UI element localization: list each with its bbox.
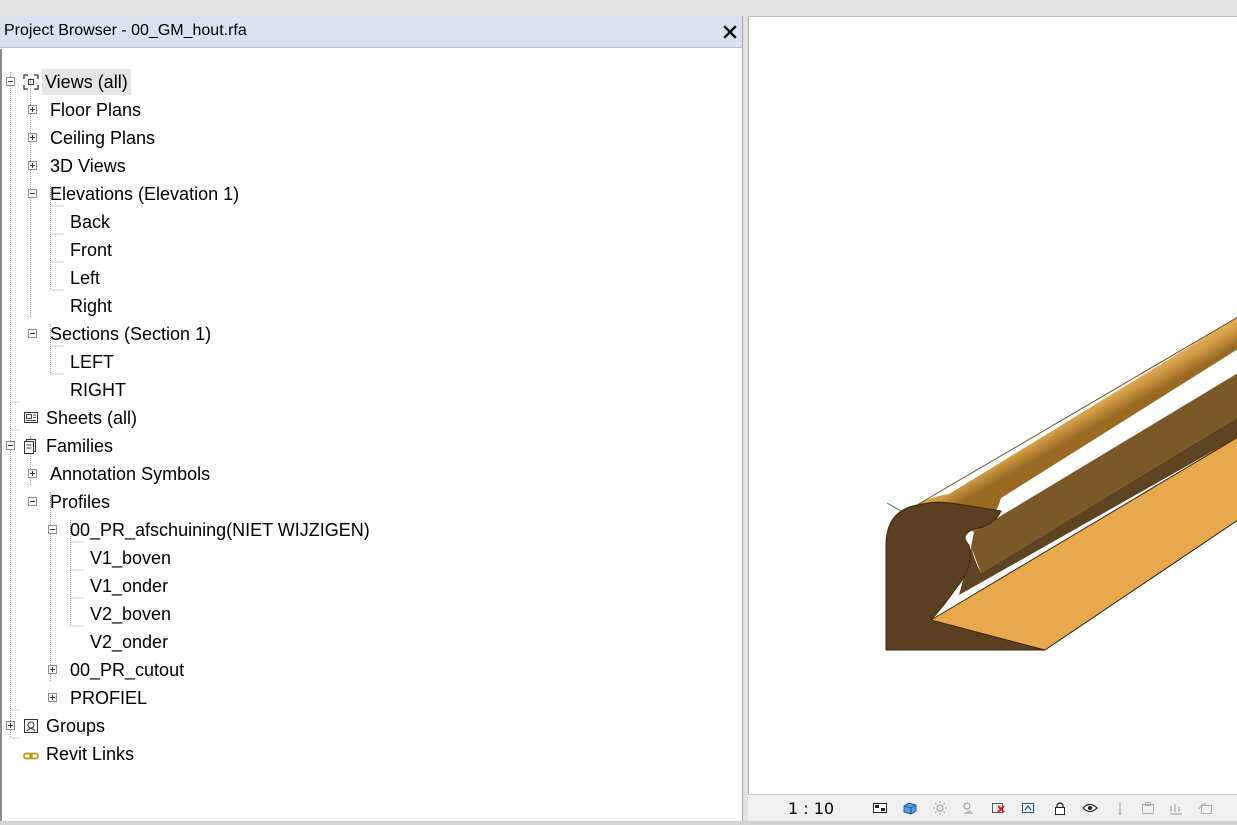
tree-node-section-left[interactable]: LEFT bbox=[67, 349, 117, 375]
tree-node-families[interactable]: Families bbox=[43, 433, 116, 459]
3d-view-canvas[interactable] bbox=[748, 16, 1237, 822]
temporary-hide-icon[interactable] bbox=[1082, 800, 1098, 816]
sun-path-icon[interactable] bbox=[932, 800, 948, 816]
project-browser-panel: Project Browser - 00_GM_hout.rfa Views (… bbox=[0, 16, 743, 822]
tree-node-ceiling-plans[interactable]: Ceiling Plans bbox=[47, 125, 158, 151]
top-strip bbox=[0, 0, 1237, 16]
groups-icon bbox=[24, 719, 38, 733]
tree-node-section-right[interactable]: RIGHT bbox=[67, 377, 129, 403]
families-collapse-toggle[interactable] bbox=[6, 441, 15, 450]
groups-expand-toggle[interactable] bbox=[6, 721, 15, 730]
pr-cutout-expand-toggle[interactable] bbox=[48, 665, 57, 674]
reveal-hidden-icon[interactable] bbox=[1112, 800, 1128, 816]
annotation-symbols-expand-toggle[interactable] bbox=[28, 469, 37, 478]
3d-views-expand-toggle[interactable] bbox=[28, 161, 37, 170]
tree-node-annotation-symbols[interactable]: Annotation Symbols bbox=[47, 461, 213, 487]
detail-level-icon[interactable] bbox=[872, 800, 888, 816]
ceiling-plans-expand-toggle[interactable] bbox=[28, 133, 37, 142]
tree-node-sections[interactable]: Sections (Section 1) bbox=[47, 321, 214, 347]
temporary-view-properties-icon[interactable] bbox=[1140, 800, 1156, 816]
tree-node-floor-plans[interactable]: Floor Plans bbox=[47, 97, 144, 123]
tree-node-profiel[interactable]: PROFIEL bbox=[67, 685, 150, 711]
shadows-icon[interactable] bbox=[960, 800, 976, 816]
show-crop-region-icon[interactable] bbox=[1020, 800, 1036, 816]
profiel-expand-toggle[interactable] bbox=[48, 693, 57, 702]
pr-afschuining-collapse-toggle[interactable] bbox=[48, 525, 57, 534]
tree-node-elevation-right[interactable]: Right bbox=[67, 293, 115, 319]
tree-node-groups[interactable]: Groups bbox=[43, 713, 108, 739]
tree-node-v2-onder[interactable]: V2_onder bbox=[87, 629, 171, 655]
tree-node-elevation-back[interactable]: Back bbox=[67, 209, 113, 235]
tree-node-v2-boven[interactable]: V2_boven bbox=[87, 601, 174, 627]
bottom-strip bbox=[0, 821, 1237, 825]
link-icon bbox=[23, 752, 39, 760]
tree-node-elevation-front[interactable]: Front bbox=[67, 237, 115, 263]
visual-style-icon[interactable] bbox=[902, 800, 918, 816]
sheets-icon bbox=[24, 412, 38, 423]
elevations-collapse-toggle[interactable] bbox=[28, 189, 37, 198]
tree-node-v1-onder[interactable]: V1_onder bbox=[87, 573, 171, 599]
views-all-collapse-toggle[interactable] bbox=[6, 77, 15, 86]
tree-node-3d-views[interactable]: 3D Views bbox=[47, 153, 129, 179]
profiles-collapse-toggle[interactable] bbox=[28, 497, 37, 506]
lock-3d-view-icon[interactable] bbox=[1052, 800, 1068, 816]
tree-node-sheets-all[interactable]: Sheets (all) bbox=[43, 405, 140, 431]
views-icon bbox=[23, 74, 39, 90]
view-control-bar: 1 : 10 bbox=[748, 794, 1237, 821]
wood-profile-model bbox=[885, 317, 1237, 651]
floor-plans-expand-toggle[interactable] bbox=[28, 105, 37, 114]
tree-node-profiles[interactable]: Profiles bbox=[47, 489, 113, 515]
families-icon bbox=[24, 439, 36, 454]
browser-tree: Views (all) Floor Plans Ceiling Plans 3D… bbox=[0, 49, 742, 821]
tree-node-elevations[interactable]: Elevations (Elevation 1) bbox=[47, 181, 242, 207]
constraints-icon[interactable] bbox=[1198, 800, 1214, 816]
tree-node-elevation-left[interactable]: Left bbox=[67, 265, 103, 291]
tree-node-v1-boven[interactable]: V1_boven bbox=[87, 545, 174, 571]
view-scale[interactable]: 1 : 10 bbox=[788, 799, 834, 818]
crop-view-icon[interactable] bbox=[990, 800, 1006, 816]
tree-node-revit-links[interactable]: Revit Links bbox=[43, 741, 137, 767]
tree-node-views-all[interactable]: Views (all) bbox=[42, 69, 131, 95]
analytical-model-icon[interactable] bbox=[1168, 800, 1184, 816]
tree-node-pr-afschuining[interactable]: 00_PR_afschuining(NIET WIJZIGEN) bbox=[67, 517, 373, 543]
sections-collapse-toggle[interactable] bbox=[28, 329, 37, 338]
tree-node-pr-cutout[interactable]: 00_PR_cutout bbox=[67, 657, 187, 683]
